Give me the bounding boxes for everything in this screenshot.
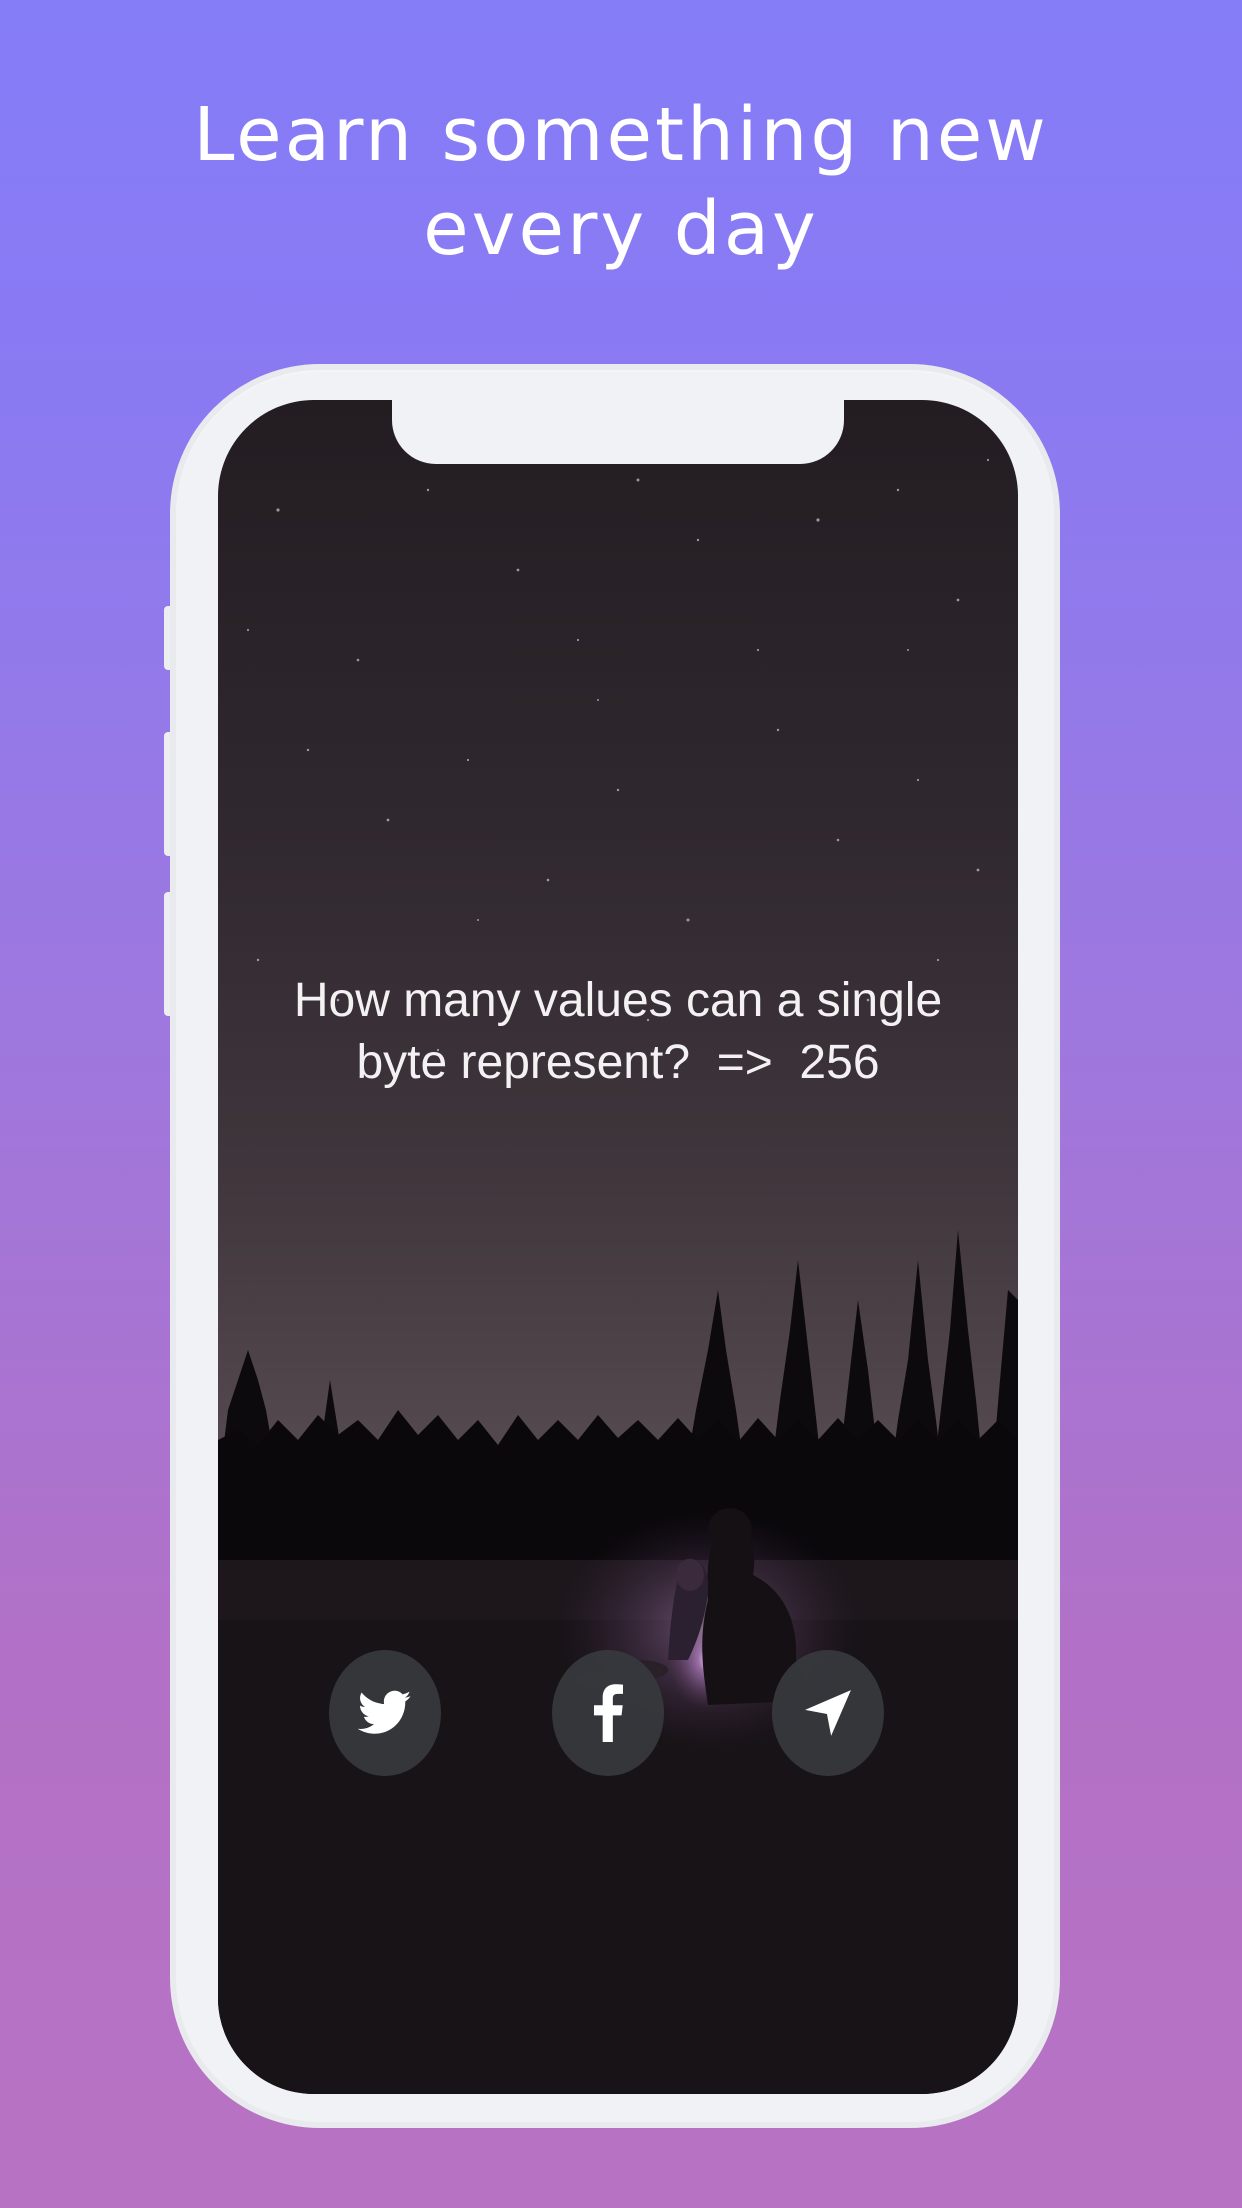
share-location-button[interactable] bbox=[772, 1650, 884, 1776]
facebook-share-button[interactable] bbox=[552, 1650, 664, 1776]
navigation-arrow-icon bbox=[805, 1690, 851, 1736]
headline: Learn something new every day bbox=[0, 88, 1242, 276]
phone-notch bbox=[392, 396, 844, 464]
forest-landscape bbox=[218, 1230, 1018, 2094]
phone-screen: How many values can a single byte repres… bbox=[218, 400, 1018, 2094]
headline-line-2: every day bbox=[423, 186, 819, 272]
fact-question-text: How many values can a single byte repres… bbox=[218, 970, 1018, 1094]
headline-line-1: Learn something new bbox=[193, 92, 1049, 178]
fact-question-line-2: byte represent? => 256 bbox=[356, 1036, 880, 1089]
twitter-icon bbox=[358, 1690, 412, 1734]
twitter-share-button[interactable] bbox=[329, 1650, 441, 1776]
facebook-icon bbox=[593, 1684, 623, 1742]
fact-question-line-1: How many values can a single bbox=[293, 974, 943, 1027]
